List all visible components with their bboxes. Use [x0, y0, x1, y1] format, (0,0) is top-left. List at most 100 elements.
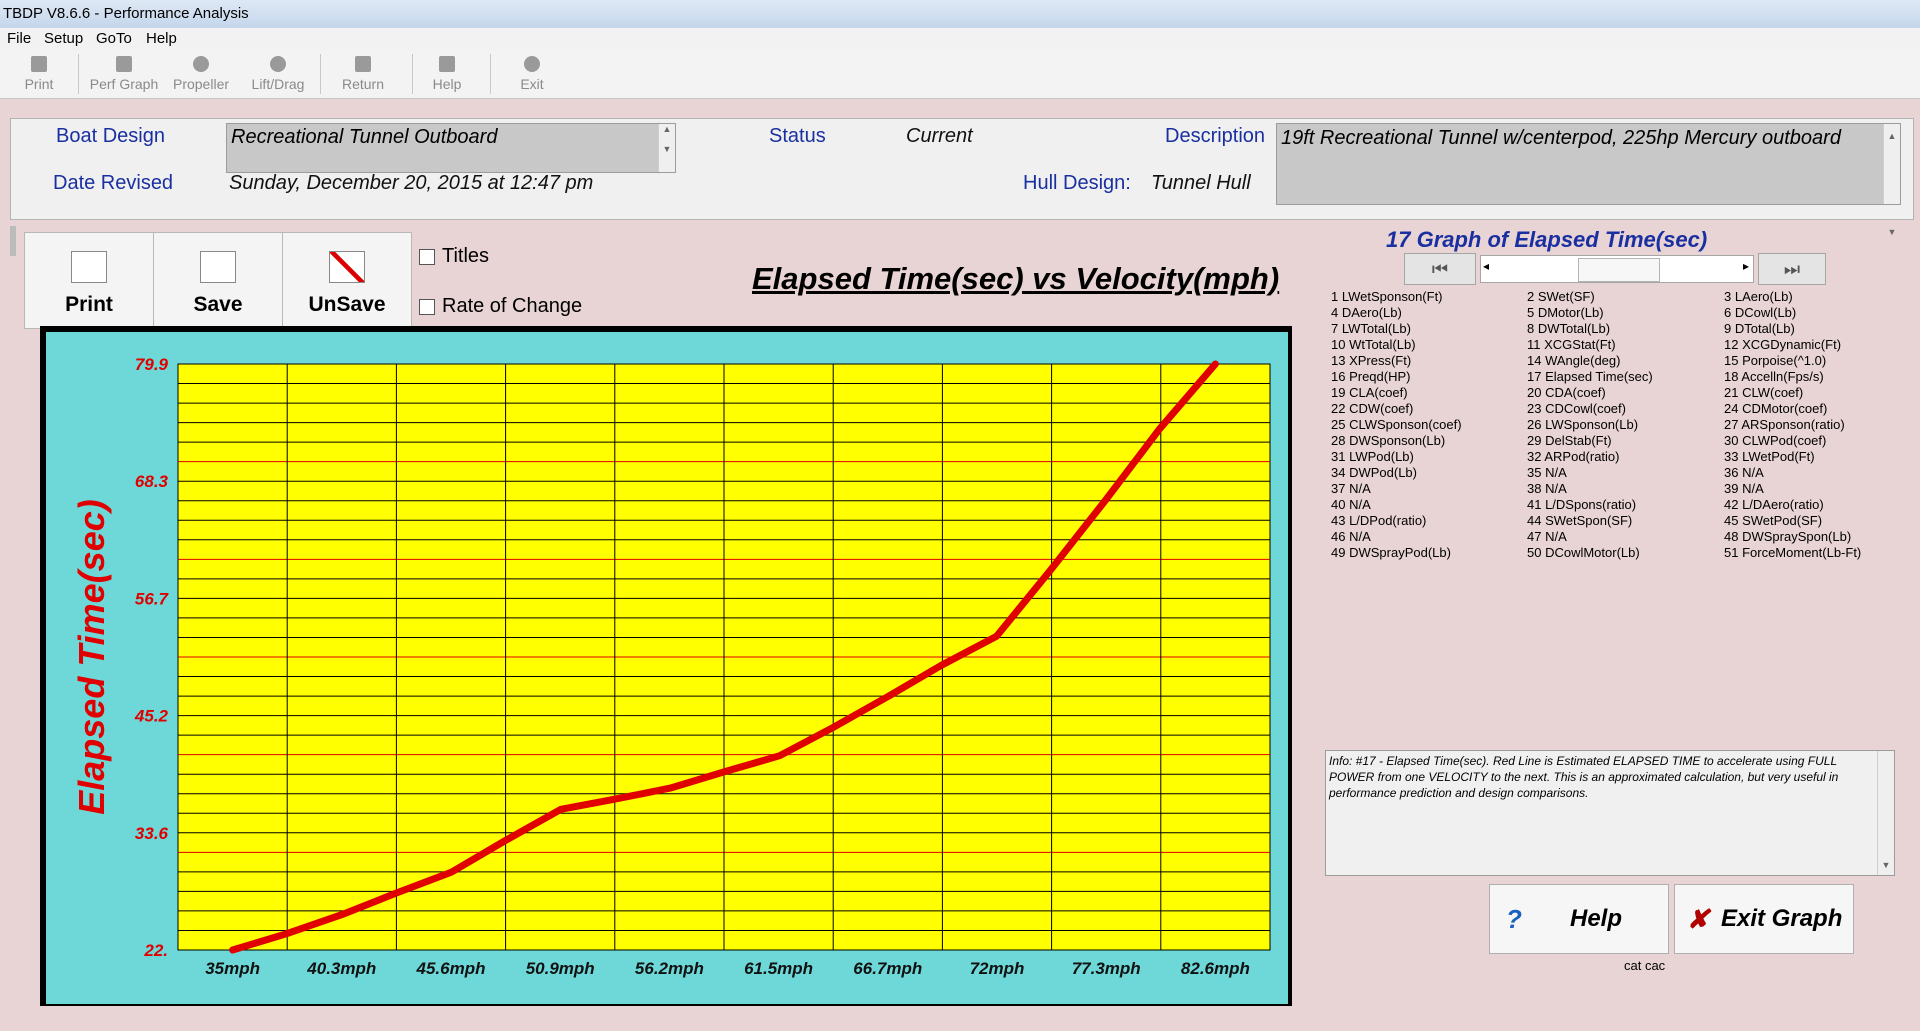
toolbar-label: Perf Graph	[89, 76, 159, 92]
graph-list-item[interactable]: 24 CDMotor(coef)	[1724, 401, 1861, 417]
graph-list-item[interactable]: 17 Elapsed Time(sec)	[1527, 369, 1653, 385]
graph-save-button[interactable]: Save	[153, 232, 283, 329]
graph-list-item[interactable]: 31 LWPod(Lb)	[1331, 449, 1462, 465]
menu-goto[interactable]: GoTo	[96, 30, 132, 47]
toolbar-label: Lift/Drag	[251, 76, 305, 92]
graph-list-item[interactable]: 1 LWetSponson(Ft)	[1331, 289, 1462, 305]
titles-checkbox[interactable]	[419, 249, 435, 265]
graph-list-item[interactable]: 27 ARSponson(ratio)	[1724, 417, 1861, 433]
toolbar: Print Perf Graph Propeller Lift/Drag Ret…	[0, 50, 1920, 99]
graph-list-item[interactable]: 19 CLA(coef)	[1331, 385, 1462, 401]
graph-list-item[interactable]: 44 SWetSpon(SF)	[1527, 513, 1653, 529]
graph-list-item[interactable]: 41 L/DSpons(ratio)	[1527, 497, 1653, 513]
graph-list-item[interactable]: 33 LWetPod(Ft)	[1724, 449, 1861, 465]
graph-list-item[interactable]: 48 DWSpraySpon(Lb)	[1724, 529, 1861, 545]
graph-print-button[interactable]: Print	[24, 232, 154, 329]
graph-list-item[interactable]: 16 Preqd(HP)	[1331, 369, 1462, 385]
graph-list-item[interactable]: 36 N/A	[1724, 465, 1861, 481]
graph-selector-scrollbar[interactable]: ◂ ▸	[1480, 255, 1754, 283]
description-value: 19ft Recreational Tunnel w/centerpod, 22…	[1281, 127, 1841, 149]
toolbar-return-button[interactable]: Return	[336, 54, 390, 96]
graph-list-item[interactable]: 28 DWSponson(Lb)	[1331, 433, 1462, 449]
graph-list-item[interactable]: 50 DCowlMotor(Lb)	[1527, 545, 1653, 561]
graph-list-item[interactable]: 51 ForceMoment(Lb-Ft)	[1724, 545, 1861, 561]
graph-list-item[interactable]: 15 Porpoise(^1.0)	[1724, 353, 1861, 369]
help-button-label: Help	[1570, 905, 1623, 932]
graph-list-item[interactable]: 42 L/DAero(ratio)	[1724, 497, 1861, 513]
scroll-right-icon[interactable]: ▸	[1743, 259, 1749, 273]
graph-list-item[interactable]: 46 N/A	[1331, 529, 1462, 545]
graph-list-item[interactable]: 32 ARPod(ratio)	[1527, 449, 1653, 465]
splitter-handle[interactable]	[10, 226, 16, 256]
first-graph-button[interactable]: ⏮	[1404, 253, 1476, 285]
rate-of-change-checkbox-label: Rate of Change	[442, 295, 583, 317]
info-scrollbar[interactable]: ▼	[1877, 751, 1894, 875]
boat-design-field[interactable]: Recreational Tunnel Outboard ▲ ▼	[226, 123, 676, 173]
graph-list-item[interactable]: 39 N/A	[1724, 481, 1861, 497]
description-scrollbar[interactable]: ▲ ▼	[1883, 124, 1900, 237]
menu-setup[interactable]: Setup	[44, 30, 83, 47]
toolbar-separator	[78, 54, 79, 94]
toolbar-propeller-button[interactable]: Propeller	[168, 54, 234, 96]
graph-list-item[interactable]: 40 N/A	[1331, 497, 1462, 513]
graph-list-item[interactable]: 8 DWTotal(Lb)	[1527, 321, 1653, 337]
graph-list-item[interactable]: 34 DWPod(Lb)	[1331, 465, 1462, 481]
graph-list-item[interactable]: 13 XPress(Ft)	[1331, 353, 1462, 369]
y-tick-label: 79.9	[135, 355, 169, 374]
graph-list-item[interactable]: 10 WtTotal(Lb)	[1331, 337, 1462, 353]
graph-heading: 17 Graph of Elapsed Time(sec)	[1386, 227, 1708, 252]
x-tick-label: 72mph	[970, 959, 1025, 978]
toolbar-help-button[interactable]: Help	[426, 54, 468, 96]
toolbar-perf-graph-button[interactable]: Perf Graph	[86, 54, 162, 96]
rate-of-change-checkbox[interactable]	[419, 299, 435, 315]
graph-list-item[interactable]: 3 LAero(Lb)	[1724, 289, 1861, 305]
info-textbox[interactable]: Info: #17 - Elapsed Time(sec). Red Line …	[1325, 750, 1895, 876]
graph-list-item[interactable]: 9 DTotal(Lb)	[1724, 321, 1861, 337]
help-button[interactable]: ? Help	[1489, 884, 1669, 954]
toolbar-exit-button[interactable]: Exit	[512, 54, 552, 96]
graph-list-item[interactable]: 12 XCGDynamic(Ft)	[1724, 337, 1861, 353]
toolbar-label: Propeller	[172, 76, 230, 92]
exit-graph-button[interactable]: ✘ Exit Graph	[1674, 884, 1854, 954]
graph-list-item[interactable]: 43 L/DPod(ratio)	[1331, 513, 1462, 529]
graph-list-item[interactable]: 22 CDW(coef)	[1331, 401, 1462, 417]
graph-unsave-button[interactable]: UnSave	[282, 232, 412, 329]
graph-list-item[interactable]: 47 N/A	[1527, 529, 1653, 545]
exit-graph-label: Exit Graph	[1721, 905, 1843, 932]
last-graph-button[interactable]: ⏭	[1758, 253, 1826, 285]
scroll-left-icon[interactable]: ◂	[1483, 259, 1489, 273]
graph-list-item[interactable]: 38 N/A	[1527, 481, 1653, 497]
menu-help[interactable]: Help	[146, 30, 177, 47]
graph-list-item[interactable]: 20 CDA(coef)	[1527, 385, 1653, 401]
graph-list-item[interactable]: 14 WAngle(deg)	[1527, 353, 1653, 369]
boat-design-scrollbar[interactable]: ▲ ▼	[658, 124, 675, 172]
question-icon: ?	[1506, 904, 1522, 934]
graph-list-item[interactable]: 21 CLW(coef)	[1724, 385, 1861, 401]
toolbar-print-button[interactable]: Print	[18, 54, 60, 96]
x-tick-label: 66.7mph	[853, 959, 922, 978]
graph-list-item[interactable]: 6 DCowl(Lb)	[1724, 305, 1861, 321]
graph-list-item[interactable]: 25 CLWSponson(coef)	[1331, 417, 1462, 433]
graph-list-item[interactable]: 5 DMotor(Lb)	[1527, 305, 1653, 321]
toolbar-label: Print	[24, 76, 54, 92]
graph-list-item[interactable]: 4 DAero(Lb)	[1331, 305, 1462, 321]
graph-list-item[interactable]: 26 LWSponson(Lb)	[1527, 417, 1653, 433]
graph-print-label: Print	[65, 293, 113, 316]
graph-list-item[interactable]: 30 CLWPod(coef)	[1724, 433, 1861, 449]
graph-list-item[interactable]: 23 CDCowl(coef)	[1527, 401, 1653, 417]
graph-list-item[interactable]: 49 DWSprayPod(Lb)	[1331, 545, 1462, 561]
toolbar-liftdrag-button[interactable]: Lift/Drag	[244, 54, 312, 96]
graph-list-item[interactable]: 11 XCGStat(Ft)	[1527, 337, 1653, 353]
description-field[interactable]: 19ft Recreational Tunnel w/centerpod, 22…	[1276, 123, 1901, 237]
graph-list-item[interactable]: 7 LWTotal(Lb)	[1331, 321, 1462, 337]
graph-list-item[interactable]: 2 SWet(SF)	[1527, 289, 1653, 305]
scroll-thumb[interactable]	[1578, 258, 1660, 282]
graph-list-item[interactable]: 45 SWetPod(SF)	[1724, 513, 1861, 529]
graph-list-item[interactable]: 35 N/A	[1527, 465, 1653, 481]
graph-list-item[interactable]: 37 N/A	[1331, 481, 1462, 497]
graph-list-item[interactable]: 29 DelStab(Ft)	[1527, 433, 1653, 449]
boat-design-value: Recreational Tunnel Outboard	[231, 126, 498, 148]
toolbar-label: Help	[432, 76, 462, 92]
menu-file[interactable]: File	[7, 30, 31, 47]
graph-list-item[interactable]: 18 Accelln(Fps/s)	[1724, 369, 1861, 385]
